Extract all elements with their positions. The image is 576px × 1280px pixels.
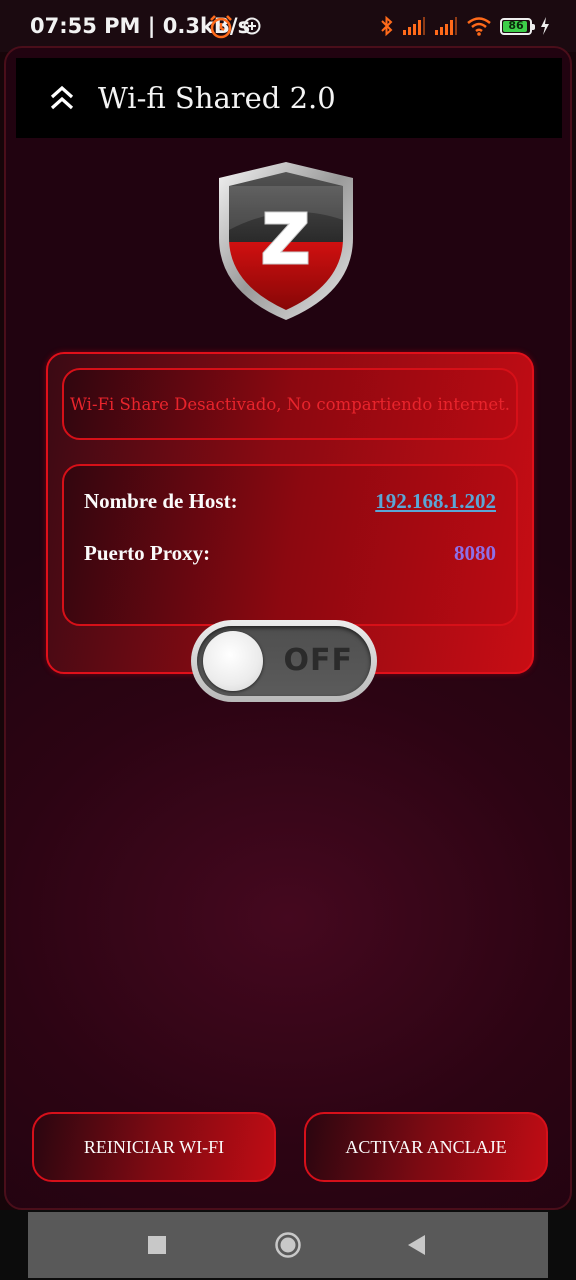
signal-icon xyxy=(435,17,457,35)
share-toggle[interactable]: OFF xyxy=(191,620,377,702)
port-row: Puerto Proxy: 8080 xyxy=(84,538,496,568)
battery-icon: 86 xyxy=(500,17,535,35)
host-label: Nombre de Host: xyxy=(84,488,238,513)
page-title: Wi-fi Shared 2.0 xyxy=(98,81,336,115)
port-label: Puerto Proxy: xyxy=(84,540,211,565)
activate-tether-button[interactable]: ACTIVAR ANCLAJE xyxy=(304,1112,548,1182)
status-card: Wi-Fi Share Desactivado, No compartiendo… xyxy=(46,352,534,702)
info-box: Nombre de Host: 192.168.1.202 Puerto Pro… xyxy=(62,464,518,626)
double-chevron-up-icon xyxy=(50,85,74,110)
status-bar: 07:55 PM | 0.3kB/s 86 xyxy=(0,0,576,52)
logo-letter: Z xyxy=(215,160,216,161)
status-message: Wi-Fi Share Desactivado, No compartiendo… xyxy=(70,394,510,414)
host-value-link[interactable]: 192.168.1.202 xyxy=(375,489,496,514)
battery-level: 86 xyxy=(508,18,524,32)
port-value: 8080 xyxy=(454,540,496,565)
wifi-icon xyxy=(467,17,491,36)
home-button[interactable] xyxy=(274,1231,302,1259)
host-row: Nombre de Host: 192.168.1.202 xyxy=(84,486,496,516)
recents-button[interactable] xyxy=(147,1235,167,1255)
navigation-bar xyxy=(0,1210,576,1280)
signal-icon xyxy=(403,17,425,35)
toggle-label: OFF xyxy=(283,643,353,678)
status-box: Wi-Fi Share Desactivado, No compartiendo… xyxy=(62,368,518,440)
bluetooth-icon xyxy=(381,15,393,37)
alarm-icon xyxy=(210,15,232,39)
app-window: Wi-fi Shared 2.0 Z Wi-Fi Share Desactiva… xyxy=(4,46,572,1210)
back-button[interactable] xyxy=(406,1234,426,1256)
plus-circle-icon xyxy=(243,17,261,35)
shield-logo: Z xyxy=(215,160,353,320)
restart-wifi-button[interactable]: REINICIAR WI-FI xyxy=(32,1112,276,1182)
toggle-knob xyxy=(203,631,263,691)
toggle-track: OFF xyxy=(197,626,371,696)
collapse-button[interactable] xyxy=(34,70,90,126)
charging-icon xyxy=(541,17,549,35)
title-bar: Wi-fi Shared 2.0 xyxy=(16,58,562,138)
